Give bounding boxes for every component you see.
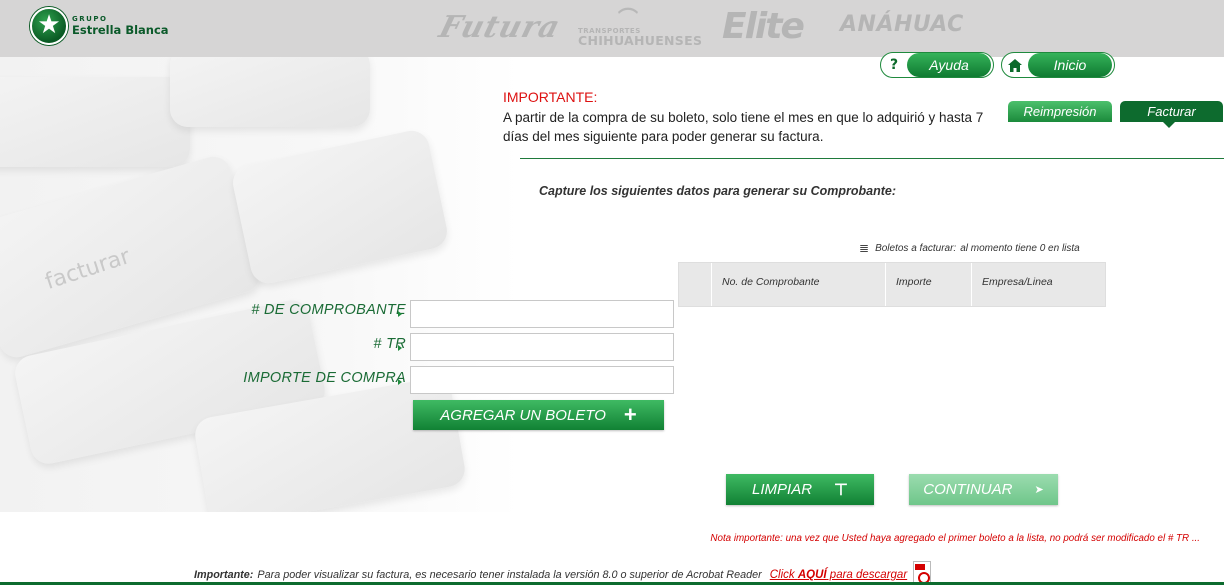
download-acrobat-link[interactable]: Click AQUÍ para descargar xyxy=(770,569,907,581)
plus-icon: + xyxy=(623,402,637,427)
tab-facturar[interactable]: Facturar xyxy=(1120,101,1223,122)
swoosh-icon: ⌒ xyxy=(618,6,638,30)
notice-title: IMPORTANTE: xyxy=(503,89,598,105)
arrow-right-icon xyxy=(398,311,402,317)
importe-input[interactable] xyxy=(410,366,674,394)
column-header-importe: Importe xyxy=(886,263,972,306)
eraser-icon: ⊤ xyxy=(834,481,848,499)
importe-label: IMPORTE DE COMPRA xyxy=(243,370,406,386)
notice-text: A partir de la compra de su boleto, solo… xyxy=(503,110,984,144)
important-note: Nota importante: una vez que Usted haya … xyxy=(710,533,1200,544)
star-icon: ★ xyxy=(30,7,68,45)
comprobante-label: # DE COMPROBANTE xyxy=(251,302,406,318)
brand-elite-logo: Elite xyxy=(722,6,805,47)
tab-divider xyxy=(520,158,1224,159)
logo-main: Estrella Blanca xyxy=(72,22,169,37)
list-count: al momento tiene 0 en lista xyxy=(960,242,1080,254)
comprobante-input[interactable] xyxy=(410,300,674,328)
ticket-table-header: No. de Comprobante Importe Empresa/Linea xyxy=(678,262,1106,307)
capture-instructions: Capture los siguientes datos para genera… xyxy=(539,184,897,198)
play-arrow-icon: ➤ xyxy=(1034,484,1044,496)
add-ticket-label: AGREGAR UN BOLETO xyxy=(440,406,606,424)
tab-reimpresion[interactable]: Reimpresión xyxy=(1008,101,1112,122)
home-button[interactable]: Inicio xyxy=(1001,52,1115,78)
column-header-comprobante: No. de Comprobante xyxy=(712,263,886,306)
home-label: Inicio xyxy=(1028,53,1112,77)
brand-chih-main: CHIHUAHUENSES xyxy=(578,33,703,48)
continue-button[interactable]: CONTINUAR ➤ xyxy=(909,474,1058,505)
list-caption-label: Boletos a facturar: xyxy=(875,242,957,254)
brand-futura-logo: Futura xyxy=(435,10,565,45)
header-bar: ★ GRUPO Estrella Blanca Futura ⌒ TRANSPO… xyxy=(0,0,1224,57)
add-ticket-button[interactable]: AGREGAR UN BOLETO + xyxy=(413,400,664,430)
continue-label: CONTINUAR xyxy=(923,481,1013,498)
help-label: Ayuda xyxy=(907,53,991,77)
column-header-select xyxy=(679,263,712,306)
question-icon: ? xyxy=(889,57,899,73)
pdf-icon[interactable] xyxy=(913,561,932,584)
brand-anahuac-logo: ANÁHUAC xyxy=(840,12,964,37)
acrobat-note-text: Para poder visualizar su factura, es nec… xyxy=(257,569,762,581)
ticket-list-caption: ≣ Boletos a facturar: al momento tiene 0… xyxy=(859,241,1080,255)
clear-button[interactable]: LIMPIAR ⊤ xyxy=(726,474,874,505)
help-button[interactable]: ? Ayuda xyxy=(880,52,994,78)
estrella-blanca-logo[interactable]: ★ GRUPO Estrella Blanca xyxy=(30,7,169,45)
active-tab-pointer xyxy=(1163,122,1175,128)
tr-input[interactable] xyxy=(410,333,674,361)
arrow-right-icon xyxy=(398,379,402,385)
list-icon: ≣ xyxy=(859,241,870,255)
column-header-empresa: Empresa/Linea xyxy=(982,276,1053,288)
keyboard-background-image: facturar xyxy=(0,57,520,512)
home-icon xyxy=(1002,53,1028,77)
arrow-right-icon xyxy=(398,345,402,351)
acrobat-note: Importante: Para poder visualizar su fac… xyxy=(194,556,932,584)
brand-chihuahuenses-logo: ⌒ TRANSPORTES CHIHUAHUENSES xyxy=(578,8,702,48)
clear-label: LIMPIAR xyxy=(752,481,813,498)
acrobat-note-label: Importante: xyxy=(194,569,254,581)
